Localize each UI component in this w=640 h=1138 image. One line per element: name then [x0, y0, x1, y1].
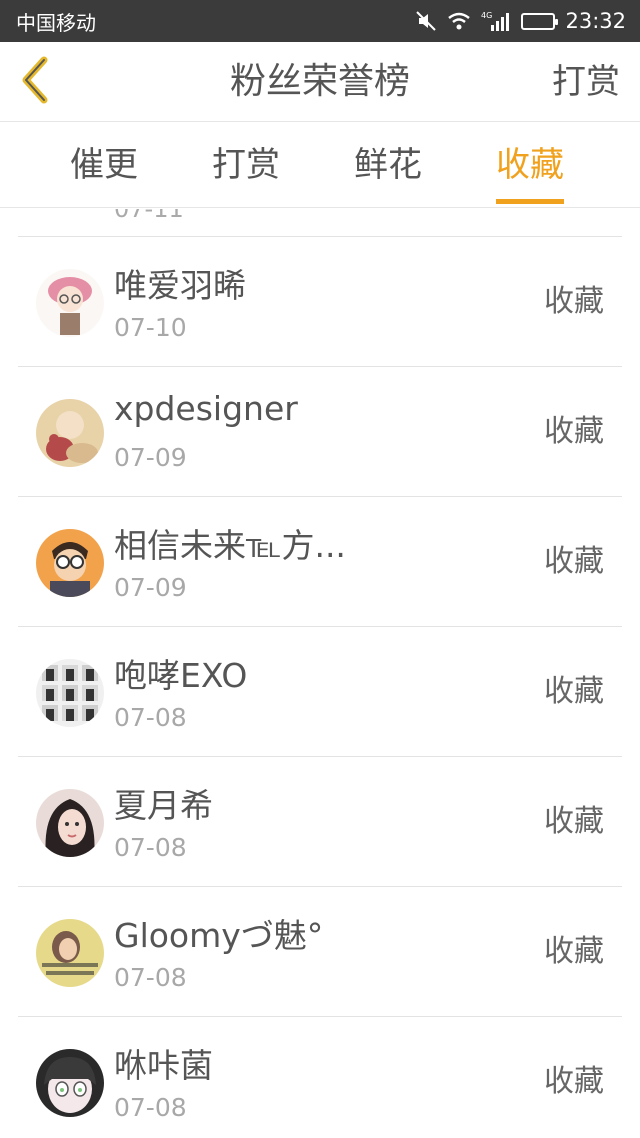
avatar	[36, 1049, 104, 1117]
nav-bar: 粉丝荣誉榜 打赏	[0, 42, 640, 122]
list-item[interactable]: 夏月希 07-08 收藏	[18, 756, 622, 886]
action-label: 收藏	[544, 1064, 604, 1099]
carrier-label: 中国移动	[16, 10, 96, 35]
user-name: 咆哮EXO	[114, 656, 248, 695]
user-name: Gloomyづ魅°	[114, 916, 324, 955]
clock: 23:32	[565, 9, 626, 33]
list-item-date: 07-08	[114, 1093, 187, 1122]
action-label: 收藏	[544, 414, 604, 449]
list-item[interactable]: xpdesigner 07-09 收藏	[18, 366, 622, 496]
wifi-icon	[447, 11, 471, 31]
tab-label: 鲜花	[354, 145, 422, 185]
tab-favorites[interactable]: 收藏	[496, 122, 564, 208]
tab-label: 催更	[70, 145, 138, 185]
action-label: 收藏	[544, 544, 604, 579]
avatar	[36, 919, 104, 987]
list-item[interactable]: 唯爱羽晞 07-10 收藏	[18, 236, 622, 366]
tab-bar: 催更 打赏 鲜花 收藏	[0, 122, 640, 208]
page-title: 粉丝荣誉榜	[229, 61, 410, 102]
action-label: 收藏	[544, 804, 604, 839]
action-label: 收藏	[544, 934, 604, 969]
list-item-date: 07-09	[114, 443, 187, 472]
user-name: 夏月希	[114, 786, 213, 825]
avatar	[36, 789, 104, 857]
list-item[interactable]: Gloomyづ魅° 07-08 收藏	[18, 886, 622, 1016]
user-name: 唯爱羽晞	[114, 266, 246, 305]
chevron-left-icon	[18, 56, 52, 108]
avatar	[36, 399, 104, 467]
tab-label: 收藏	[496, 145, 564, 185]
list-item-date: 07-08	[114, 703, 187, 732]
list-item-date: 07-11	[114, 209, 184, 223]
battery-icon	[521, 12, 559, 30]
tab-flowers[interactable]: 鲜花	[354, 122, 422, 208]
status-bar: 中国移动 4G 23:32	[0, 0, 640, 42]
list-item-date: 07-09	[114, 573, 187, 602]
svg-text:4G: 4G	[481, 11, 492, 20]
user-name: 咻咔菌	[114, 1046, 213, 1085]
avatar	[36, 529, 104, 597]
action-label: 收藏	[544, 284, 604, 319]
back-button[interactable]	[10, 54, 60, 110]
list-item-date: 07-08	[114, 833, 187, 862]
avatar	[36, 659, 104, 727]
user-name: 相信未来℡方...	[114, 526, 346, 565]
signal-icon: 4G	[481, 10, 511, 32]
user-name: xpdesigner	[114, 389, 298, 428]
reward-button[interactable]: 打赏	[552, 42, 620, 122]
list-item-partial: 07-11	[18, 209, 622, 237]
list-item-date: 07-10	[114, 313, 187, 342]
action-label: 收藏	[544, 674, 604, 709]
list-item[interactable]: 咻咔菌 07-08 收藏	[18, 1016, 622, 1138]
tab-reward[interactable]: 打赏	[212, 122, 280, 208]
fan-list[interactable]: 07-11 唯爱羽晞 07-10 收藏 xpdesigner 07-09 收藏 …	[0, 209, 640, 1138]
avatar	[36, 269, 104, 337]
list-item-date: 07-08	[114, 963, 187, 992]
list-item[interactable]: 相信未来℡方... 07-09 收藏	[18, 496, 622, 626]
status-icons: 4G 23:32	[415, 9, 626, 33]
mute-icon	[415, 10, 437, 32]
active-tab-indicator	[496, 199, 564, 204]
tab-label: 打赏	[212, 145, 280, 185]
list-item[interactable]: 咆哮EXO 07-08 收藏	[18, 626, 622, 756]
tab-urge[interactable]: 催更	[70, 122, 138, 208]
